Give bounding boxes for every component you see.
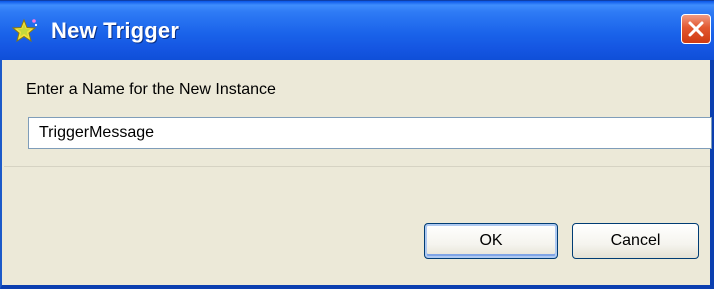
instance-name-input[interactable] [28,117,712,149]
button-separator [4,166,710,167]
star-sparkle-icon [11,18,38,44]
cancel-button[interactable]: Cancel [572,223,699,259]
dialog-title: New Trigger [51,18,180,43]
name-prompt-label: Enter a Name for the New Instance [26,81,276,98]
ok-button[interactable]: OK [424,223,558,259]
close-icon [688,21,704,37]
new-trigger-dialog: New Trigger Enter a Name for the New Ins… [0,0,714,289]
close-button[interactable] [681,14,711,44]
title-bar[interactable]: New Trigger [0,0,714,60]
